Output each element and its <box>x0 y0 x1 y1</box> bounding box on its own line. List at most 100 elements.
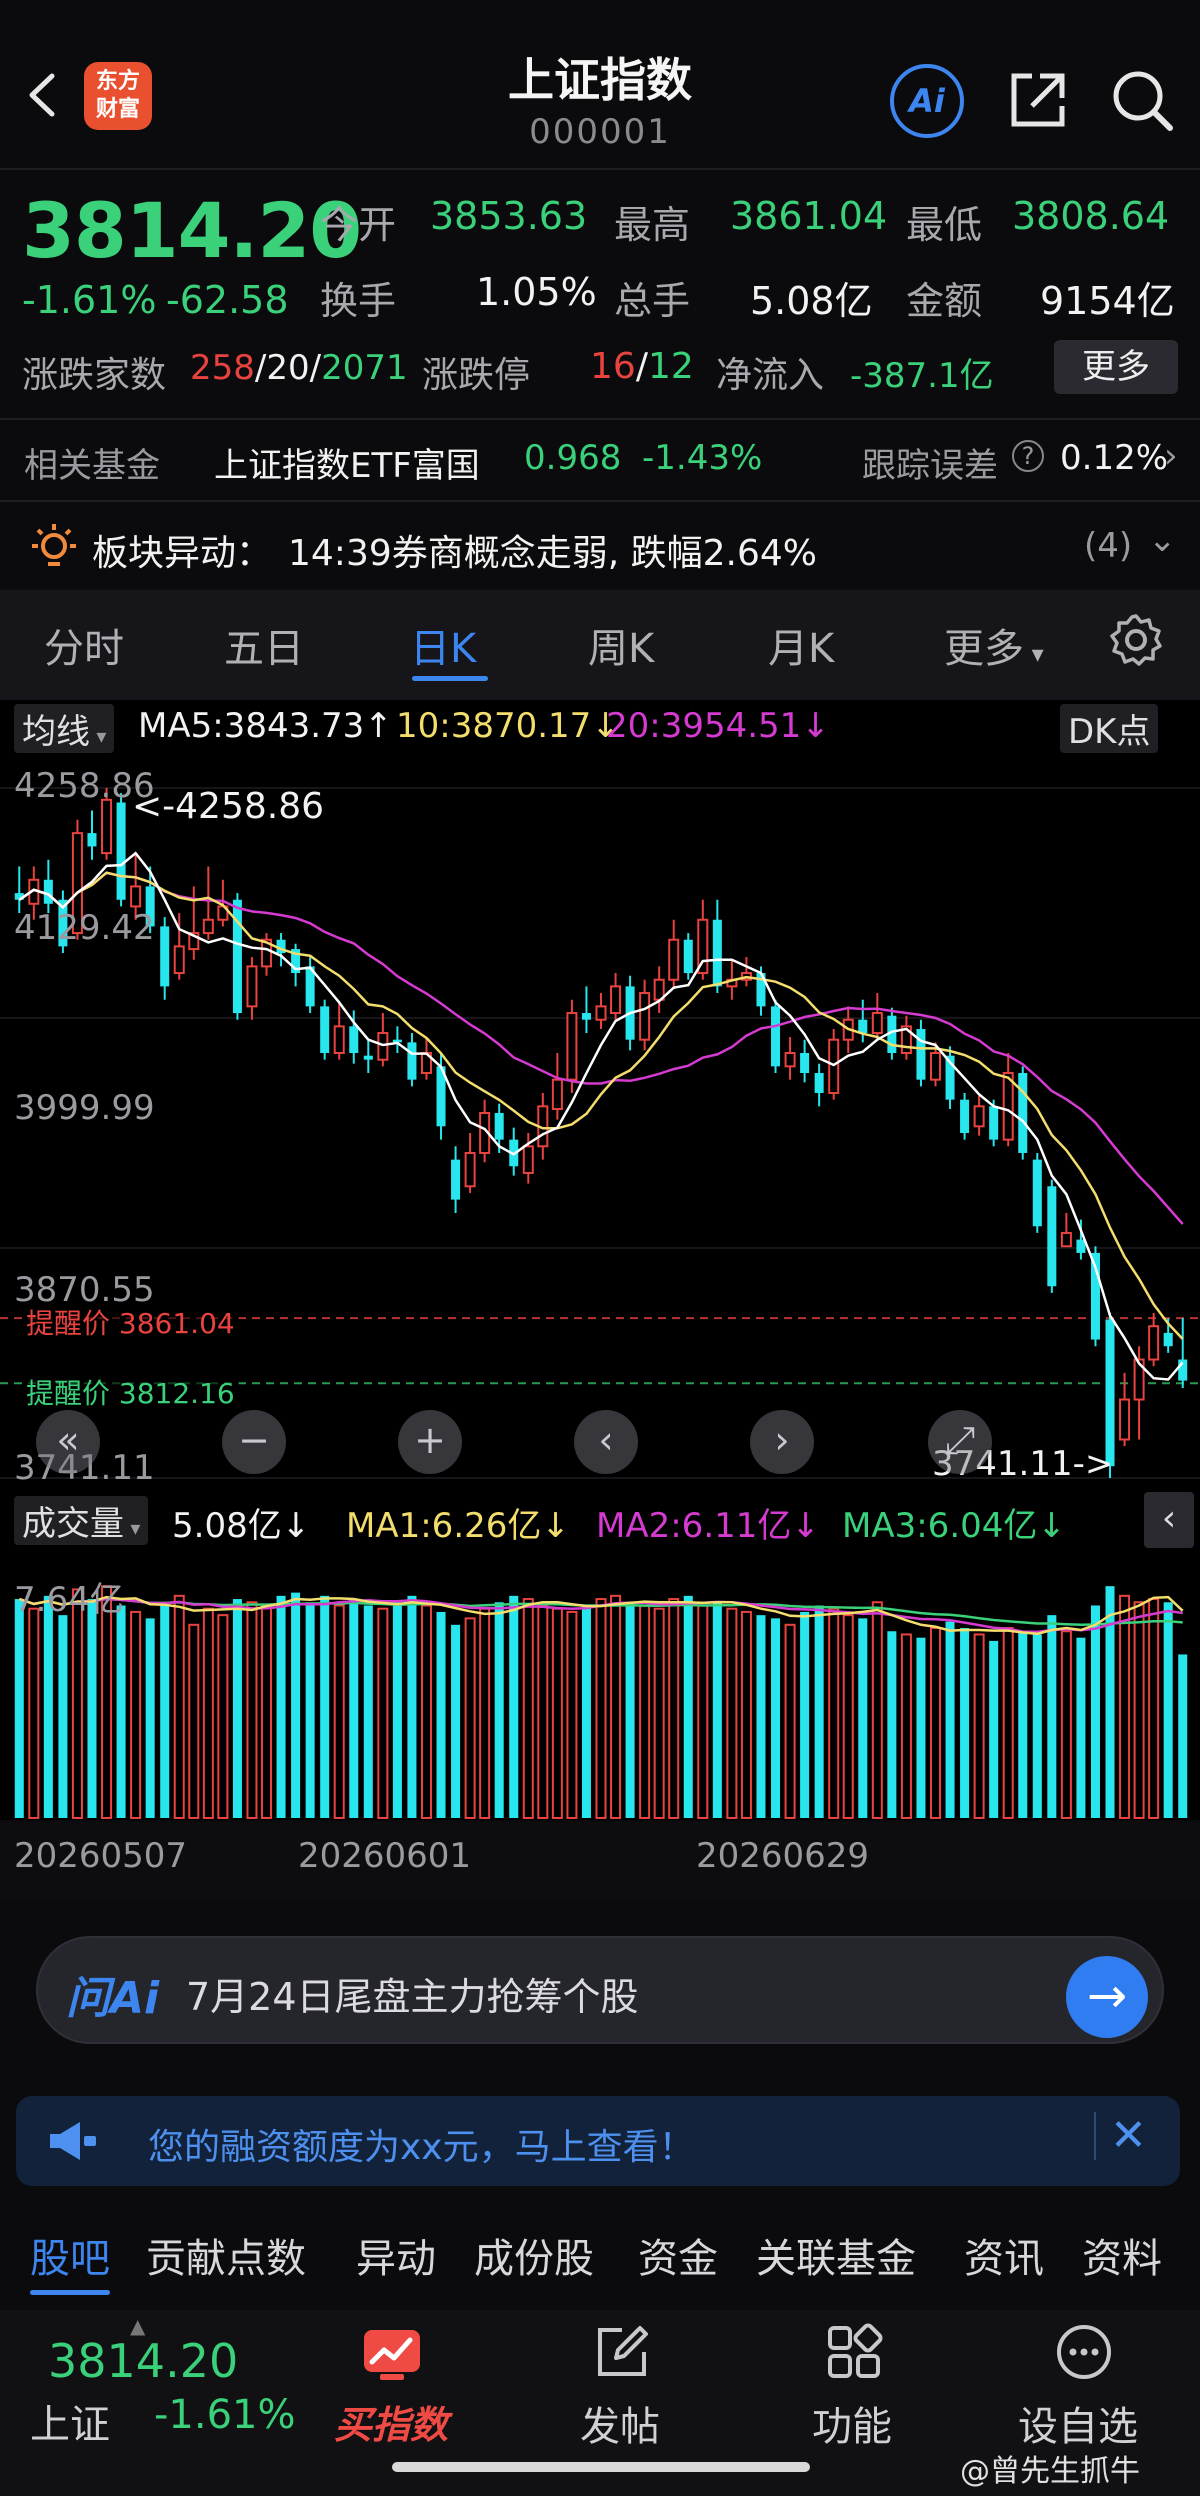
tab-news[interactable]: 资讯 <box>964 2226 1044 2284</box>
tab-weekly-k[interactable]: 周K <box>588 616 654 674</box>
trend-chart-icon[interactable] <box>362 2328 422 2382</box>
settings-gear-icon[interactable] <box>1108 612 1164 668</box>
tab-guba[interactable]: 股吧 <box>30 2226 110 2284</box>
open-value: 3853.63 <box>430 194 588 238</box>
arrow-right-icon[interactable]: → <box>1066 1956 1148 2038</box>
tab-monthly-k[interactable]: 月K <box>768 616 834 674</box>
alert-price-green[interactable]: 提醒价 3812.16 <box>22 1372 239 1412</box>
date-axis: 20260507 20260601 20260629 <box>0 1822 1200 1898</box>
related-fund-row[interactable]: 相关基金 上证指数ETF富国 0.968 -1.43% 跟踪误差 ? 0.12%… <box>0 420 1200 500</box>
collapse-panel-button[interactable]: ‹ <box>1144 1492 1194 1548</box>
volume-bar-down <box>1105 1586 1115 1818</box>
candle-up <box>595 1005 607 1021</box>
tab-five-day[interactable]: 五日 <box>224 616 304 674</box>
candle-up <box>333 1025 345 1055</box>
grid-function-icon[interactable] <box>824 2322 884 2382</box>
volume-bar-down <box>232 1599 242 1818</box>
alert-price-red[interactable]: 提醒价 3861.04 <box>22 1302 239 1342</box>
turnover-label: 换手 <box>320 279 397 323</box>
volume-chart[interactable] <box>0 1550 1200 1820</box>
volume-bar-down <box>116 1605 126 1818</box>
limit-label: 涨跌停 <box>422 355 531 396</box>
search-icon[interactable] <box>1106 64 1178 136</box>
candle-up <box>973 1105 985 1128</box>
scroll-left-fast-button[interactable]: « <box>36 1410 100 1474</box>
watermark: @曾先生抓牛 <box>960 2454 1140 2489</box>
tab-more[interactable]: 更多 ▾ <box>944 616 1044 674</box>
volume-bar-up <box>842 1614 854 1820</box>
tab-anomaly[interactable]: 异动 <box>356 2226 436 2284</box>
candle-down <box>43 879 53 904</box>
post-label[interactable]: 发帖 <box>580 2394 660 2452</box>
zoom-in-button[interactable]: + <box>398 1410 462 1474</box>
add-watchlist-label[interactable]: 设自选 <box>1018 2394 1138 2452</box>
candle-up <box>522 1145 534 1174</box>
candle-up <box>1002 1072 1014 1141</box>
tab-daily-k[interactable]: 日K <box>410 616 476 674</box>
volume-bar-down <box>363 1605 373 1818</box>
more-dots-icon[interactable] <box>1054 2322 1114 2382</box>
tab-contribution[interactable]: 贡献点数 <box>146 2226 306 2284</box>
help-icon[interactable]: ? <box>1012 440 1044 472</box>
candle-down <box>800 1053 810 1074</box>
volume-bar-down <box>87 1599 97 1818</box>
ai-button[interactable]: Ai <box>890 64 964 138</box>
share-icon[interactable] <box>1004 66 1072 134</box>
tab-intraday[interactable]: 分时 <box>44 616 124 674</box>
change-amount: -62.58 <box>166 278 289 322</box>
edit-post-icon[interactable] <box>592 2322 652 2382</box>
candle-down <box>494 1112 504 1140</box>
date-label: 20260507 <box>14 1836 188 1876</box>
ma-indicator-select[interactable]: 均线 ▾ <box>14 704 115 753</box>
amount-value: 9154亿 <box>1040 279 1175 323</box>
megaphone-icon <box>50 2122 96 2160</box>
volume-bar-up <box>784 1623 796 1819</box>
candle-up <box>1119 1398 1131 1441</box>
volume-bar-up <box>828 1607 840 1820</box>
volume-bar-up <box>202 1607 214 1820</box>
volume-bar-down <box>291 1592 301 1818</box>
scroll-right-button[interactable]: › <box>750 1410 814 1474</box>
header-bar: 东方 财富 上证指数 000001 Ai <box>0 0 1200 170</box>
candle-up <box>639 992 651 1041</box>
sector-alert-row[interactable]: 板块异动： 14:39券商概念走弱, 跌幅2.64% (4) ⌄ <box>0 502 1200 588</box>
ask-ai-prompt[interactable]: 7月24日尾盘主力抢筹个股 <box>186 1966 639 2021</box>
volume-bar-down <box>989 1640 999 1818</box>
tab-constituents[interactable]: 成份股 <box>474 2226 594 2284</box>
amount-label: 金额 <box>906 279 983 323</box>
candle-up <box>784 1052 796 1068</box>
scroll-left-button[interactable]: ‹ <box>574 1410 638 1474</box>
candle-up <box>202 918 214 935</box>
volume-bar-down <box>1018 1631 1028 1818</box>
breadth-label: 涨跌家数 <box>22 355 167 396</box>
high-label: 最高 <box>614 203 691 247</box>
zoom-out-button[interactable]: − <box>222 1410 286 1474</box>
tab-profile[interactable]: 资料 <box>1082 2226 1162 2284</box>
buy-index-button[interactable]: 买指数 <box>334 2394 448 2449</box>
volume-bar-down <box>1163 1602 1173 1818</box>
volume-bar-down <box>349 1599 359 1818</box>
function-label[interactable]: 功能 <box>812 2394 892 2452</box>
volume-indicator-select[interactable]: 成交量 ▾ <box>14 1496 149 1545</box>
volume-bar-down <box>43 1595 53 1818</box>
volume-bar-down <box>771 1618 781 1818</box>
tab-capital[interactable]: 资金 <box>638 2226 718 2284</box>
volume-bar-up <box>246 1601 258 1820</box>
candle-up <box>871 1012 883 1035</box>
dk-point-button[interactable]: DK点 <box>1060 704 1159 753</box>
low-label: 最低 <box>906 203 983 247</box>
candle-up <box>566 1012 578 1081</box>
volume-bar-down <box>887 1631 897 1818</box>
tracking-label: 跟踪误差 <box>862 446 998 486</box>
tab-related-funds[interactable]: 关联基金 <box>756 2226 916 2284</box>
close-icon[interactable]: ✕ <box>1110 2110 1147 2161</box>
candle-up <box>610 985 622 1015</box>
volume-bar-up <box>697 1604 709 1820</box>
volume-bar-down <box>625 1602 635 1818</box>
candle-up <box>464 1151 476 1188</box>
candle-up <box>173 945 185 975</box>
ma10-value: 10:3870.17↓ <box>396 706 620 746</box>
more-button[interactable]: 更多 <box>1054 340 1178 394</box>
fullscreen-button[interactable]: ⤢ <box>928 1410 992 1474</box>
ma20-value: 20:3954.51↓ <box>606 706 830 746</box>
